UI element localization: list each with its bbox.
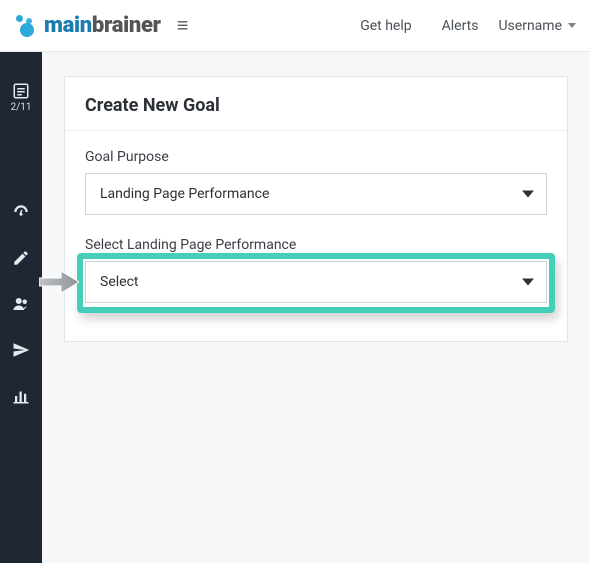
brand-logo: mainbrainer [12, 13, 161, 38]
users-icon [12, 295, 30, 313]
alerts-link[interactable]: Alerts [432, 12, 489, 40]
bar-chart-icon [12, 387, 30, 405]
sidebar-item-analytics[interactable] [0, 387, 42, 405]
logo-dots-icon [12, 14, 40, 38]
highlight-region: Select [85, 261, 547, 303]
card-body: Goal Purpose Landing Page Performance Se… [65, 131, 567, 341]
sidebar-item-dashboard[interactable] [0, 203, 42, 221]
main-content: Create New Goal Goal Purpose Landing Pag… [42, 52, 590, 563]
paper-plane-icon [12, 341, 30, 359]
callout-arrow-icon [39, 269, 79, 295]
caret-down-icon [522, 279, 534, 286]
username-label: Username [498, 18, 562, 34]
hamburger-icon[interactable]: ≡ [177, 13, 189, 38]
sidebar-item-edit[interactable] [0, 249, 42, 267]
sidebar-item-send[interactable] [0, 341, 42, 359]
brand-text-b: brainer [92, 13, 161, 38]
goal-purpose-select[interactable]: Landing Page Performance [85, 173, 547, 215]
top-bar: mainbrainer ≡ Get help Alerts Username [0, 0, 590, 52]
landing-page-performance-select[interactable]: Select [85, 261, 547, 303]
landing-page-performance-value: Select [100, 274, 138, 290]
pencil-icon [12, 249, 30, 267]
caret-down-icon [522, 191, 534, 198]
sidebar-item-users[interactable] [0, 295, 42, 313]
sidebar-step-counter: 2/11 [11, 102, 32, 113]
get-help-link[interactable]: Get help [350, 12, 421, 40]
create-goal-card: Create New Goal Goal Purpose Landing Pag… [64, 76, 568, 342]
list-icon [12, 82, 30, 100]
chevron-down-icon [568, 23, 576, 28]
sidebar-item-steps[interactable]: 2/11 [0, 82, 42, 113]
card-title: Create New Goal [85, 95, 547, 116]
gauge-icon [12, 203, 30, 221]
sidebar: 2/11 [0, 52, 42, 563]
brand-text-a: main [44, 13, 92, 38]
user-menu[interactable]: Username [498, 18, 576, 34]
card-header: Create New Goal [65, 77, 567, 131]
goal-purpose-value: Landing Page Performance [100, 186, 269, 202]
goal-purpose-label: Goal Purpose [85, 149, 547, 165]
select-lpp-label: Select Landing Page Performance [85, 237, 547, 253]
